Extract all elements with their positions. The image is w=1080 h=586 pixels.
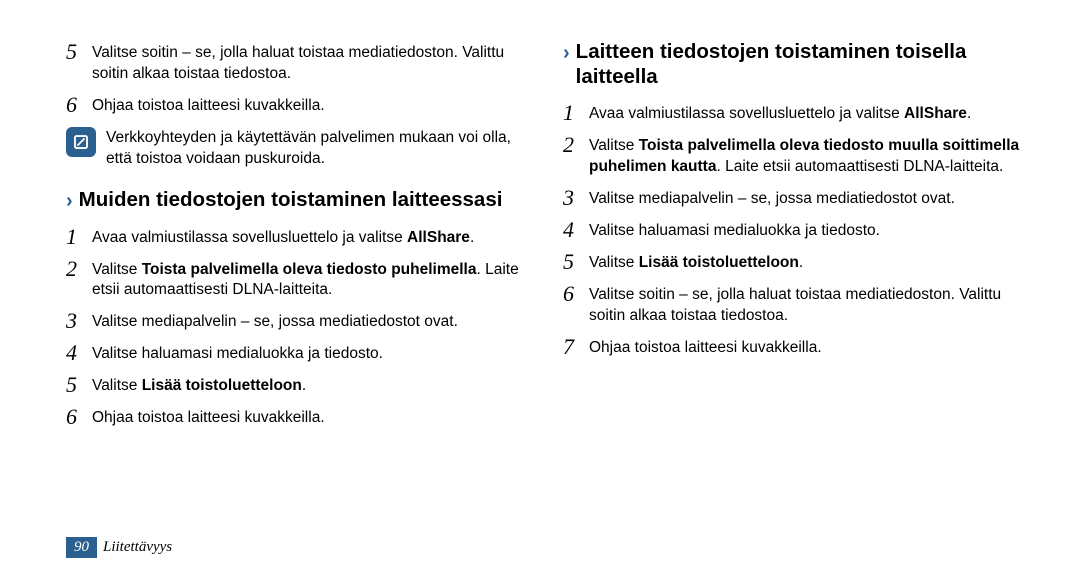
note-text: Verkkoyhteyden ja käytettävän palvelimen… xyxy=(106,125,533,170)
text-prefix: Valitse xyxy=(589,254,639,271)
heading-arrow-icon: › xyxy=(66,188,73,213)
text-prefix: Valitse xyxy=(92,261,142,278)
note-icon xyxy=(66,127,96,157)
step-text: Ohjaa toistoa laitteesi kuvakkeilla. xyxy=(92,405,533,429)
page-number: 90 xyxy=(66,537,97,558)
step-text: Valitse mediapalvelin – se, jossa mediat… xyxy=(92,309,533,333)
step-item: 6 Valitse soitin – se, jolla haluat tois… xyxy=(563,282,1030,327)
text-prefix: Avaa valmiustilassa sovellusluettelo ja … xyxy=(589,105,904,122)
step-number: 2 xyxy=(563,133,585,156)
step-number: 5 xyxy=(563,250,585,273)
step-item: 3 Valitse mediapalvelin – se, jossa medi… xyxy=(66,309,533,333)
text-prefix: Avaa valmiustilassa sovellusluettelo ja … xyxy=(92,229,407,246)
step-item: 5 Valitse soitin – se, jolla haluat tois… xyxy=(66,40,533,85)
step-number: 6 xyxy=(563,282,585,305)
step-text: Valitse Lisää toistoluetteloon. xyxy=(589,250,1030,274)
step-text: Valitse mediapalvelin – se, jossa mediat… xyxy=(589,186,1030,210)
step-text: Ohjaa toistoa laitteesi kuvakkeilla. xyxy=(92,93,533,117)
text-bold: AllShare xyxy=(904,105,967,122)
text-suffix: . xyxy=(470,229,474,246)
heading-arrow-icon: › xyxy=(563,40,570,65)
step-number: 7 xyxy=(563,335,585,358)
step-number: 6 xyxy=(66,405,88,428)
heading-text: Laitteen tiedostojen toistaminen toisell… xyxy=(576,40,1030,89)
text-prefix: Valitse xyxy=(92,377,142,394)
step-text: Avaa valmiustilassa sovellusluettelo ja … xyxy=(589,101,1030,125)
step-item: 2 Valitse Toista palvelimella oleva tied… xyxy=(66,257,533,302)
text-suffix: . xyxy=(799,254,803,271)
text-suffix: . xyxy=(302,377,306,394)
step-item: 6 Ohjaa toistoa laitteesi kuvakkeilla. xyxy=(66,405,533,429)
text-bold: Lisää toistoluetteloon xyxy=(639,254,799,271)
step-text: Valitse soitin – se, jolla haluat toista… xyxy=(589,282,1030,327)
step-number: 1 xyxy=(563,101,585,124)
text-suffix: . xyxy=(967,105,971,122)
step-text: Valitse Toista palvelimella oleva tiedos… xyxy=(92,257,533,302)
step-text: Valitse soitin – se, jolla haluat toista… xyxy=(92,40,533,85)
text-bold: Toista palvelimella oleva tiedosto puhel… xyxy=(142,261,477,278)
step-number: 2 xyxy=(66,257,88,280)
step-number: 1 xyxy=(66,225,88,248)
step-number: 3 xyxy=(66,309,88,332)
step-number: 4 xyxy=(563,218,585,241)
step-text: Valitse haluamasi medialuokka ja tiedost… xyxy=(92,341,533,365)
section-heading: › Muiden tiedostojen toistaminen laittee… xyxy=(66,188,533,213)
step-text: Ohjaa toistoa laitteesi kuvakkeilla. xyxy=(589,335,1030,359)
step-text: Valitse haluamasi medialuokka ja tiedost… xyxy=(589,218,1030,242)
step-text: Avaa valmiustilassa sovellusluettelo ja … xyxy=(92,225,533,249)
section-heading: › Laitteen tiedostojen toistaminen toise… xyxy=(563,40,1030,89)
page-footer: 90 Liitettävyys xyxy=(66,537,172,558)
heading-text: Muiden tiedostojen toistaminen laitteess… xyxy=(79,188,533,213)
right-column: › Laitteen tiedostojen toistaminen toise… xyxy=(563,40,1030,510)
step-item: 5 Valitse Lisää toistoluetteloon. xyxy=(563,250,1030,274)
step-number: 6 xyxy=(66,93,88,116)
step-number: 3 xyxy=(563,186,585,209)
step-number: 5 xyxy=(66,373,88,396)
step-item: 1 Avaa valmiustilassa sovellusluettelo j… xyxy=(66,225,533,249)
text-prefix: Valitse xyxy=(589,137,639,154)
step-item: 6 Ohjaa toistoa laitteesi kuvakkeilla. xyxy=(66,93,533,117)
text-bold: Lisää toistoluetteloon xyxy=(142,377,302,394)
step-number: 4 xyxy=(66,341,88,364)
step-text: Valitse Toista palvelimella oleva tiedos… xyxy=(589,133,1030,178)
step-item: 1 Avaa valmiustilassa sovellusluettelo j… xyxy=(563,101,1030,125)
step-item: 3 Valitse mediapalvelin – se, jossa medi… xyxy=(563,186,1030,210)
step-item: 2 Valitse Toista palvelimella oleva tied… xyxy=(563,133,1030,178)
text-bold: AllShare xyxy=(407,229,470,246)
info-note: Verkkoyhteyden ja käytettävän palvelimen… xyxy=(66,125,533,170)
left-column: 5 Valitse soitin – se, jolla haluat tois… xyxy=(66,40,533,510)
step-text: Valitse Lisää toistoluetteloon. xyxy=(92,373,533,397)
step-item: 4 Valitse haluamasi medialuokka ja tiedo… xyxy=(66,341,533,365)
footer-section: Liitettävyys xyxy=(103,539,172,556)
step-item: 7 Ohjaa toistoa laitteesi kuvakkeilla. xyxy=(563,335,1030,359)
step-item: 5 Valitse Lisää toistoluetteloon. xyxy=(66,373,533,397)
step-item: 4 Valitse haluamasi medialuokka ja tiedo… xyxy=(563,218,1030,242)
step-number: 5 xyxy=(66,40,88,63)
text-suffix: . Laite etsii automaattisesti DLNA-laitt… xyxy=(716,158,1003,175)
